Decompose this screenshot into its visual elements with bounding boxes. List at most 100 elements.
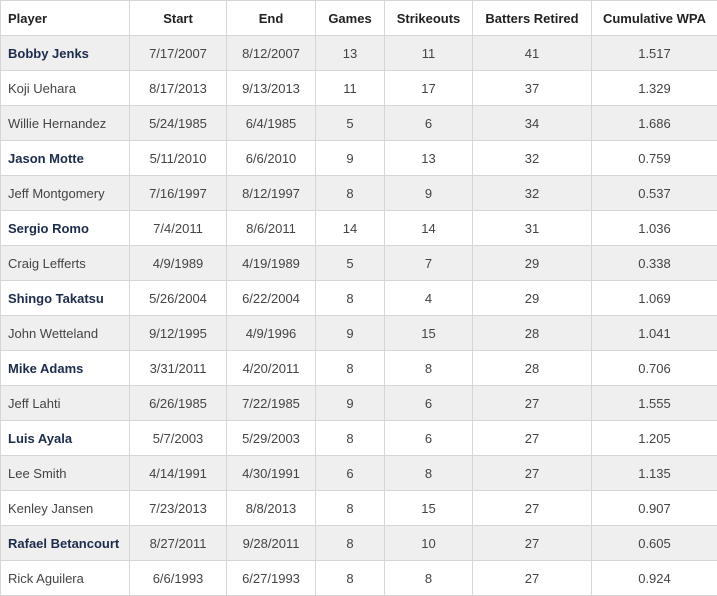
- cumulative-wpa-cell: 0.759: [592, 141, 717, 176]
- batters-retired-cell: 27: [473, 421, 592, 456]
- cumulative-wpa-cell: 0.537: [592, 176, 717, 211]
- start-date-cell: 5/24/1985: [130, 106, 227, 141]
- batters-retired-cell: 37: [473, 71, 592, 106]
- end-date-cell: 4/9/1996: [227, 316, 316, 351]
- cumulative-wpa-cell: 1.135: [592, 456, 717, 491]
- player-name-cell: Willie Hernandez: [1, 106, 130, 141]
- start-date-cell: 6/6/1993: [130, 561, 227, 596]
- cumulative-wpa-cell: 1.205: [592, 421, 717, 456]
- games-cell: 8: [316, 281, 385, 316]
- end-date-cell: 8/6/2011: [227, 211, 316, 246]
- games-cell: 9: [316, 316, 385, 351]
- player-name-cell[interactable]: Mike Adams: [1, 351, 130, 386]
- batters-retired-cell: 41: [473, 36, 592, 71]
- strikeouts-cell: 9: [385, 176, 473, 211]
- batters-retired-cell: 27: [473, 491, 592, 526]
- header-batters-retired[interactable]: Batters Retired: [473, 1, 592, 36]
- player-name-cell[interactable]: Sergio Romo: [1, 211, 130, 246]
- end-date-cell: 6/27/1993: [227, 561, 316, 596]
- end-date-cell: 9/28/2011: [227, 526, 316, 561]
- games-cell: 9: [316, 141, 385, 176]
- table-row: Koji Uehara8/17/20139/13/20131117371.329: [1, 71, 717, 106]
- end-date-cell: 4/30/1991: [227, 456, 316, 491]
- batters-retired-cell: 32: [473, 141, 592, 176]
- start-date-cell: 3/31/2011: [130, 351, 227, 386]
- batters-retired-cell: 28: [473, 351, 592, 386]
- games-cell: 11: [316, 71, 385, 106]
- strikeouts-cell: 15: [385, 316, 473, 351]
- games-cell: 8: [316, 176, 385, 211]
- games-cell: 8: [316, 561, 385, 596]
- player-name-cell[interactable]: Shingo Takatsu: [1, 281, 130, 316]
- end-date-cell: 8/12/2007: [227, 36, 316, 71]
- cumulative-wpa-cell: 1.041: [592, 316, 717, 351]
- player-name-cell[interactable]: Jason Motte: [1, 141, 130, 176]
- cumulative-wpa-cell: 0.907: [592, 491, 717, 526]
- strikeouts-cell: 14: [385, 211, 473, 246]
- cumulative-wpa-cell: 1.686: [592, 106, 717, 141]
- strikeouts-cell: 15: [385, 491, 473, 526]
- player-name-cell[interactable]: Rafael Betancourt: [1, 526, 130, 561]
- table-row: Mike Adams3/31/20114/20/201188280.706: [1, 351, 717, 386]
- games-cell: 13: [316, 36, 385, 71]
- strikeouts-cell: 8: [385, 351, 473, 386]
- table-row: Sergio Romo7/4/20118/6/20111414311.036: [1, 211, 717, 246]
- end-date-cell: 4/19/1989: [227, 246, 316, 281]
- start-date-cell: 6/26/1985: [130, 386, 227, 421]
- games-cell: 14: [316, 211, 385, 246]
- start-date-cell: 4/14/1991: [130, 456, 227, 491]
- games-cell: 9: [316, 386, 385, 421]
- strikeouts-cell: 6: [385, 421, 473, 456]
- table-row: Shingo Takatsu5/26/20046/22/200484291.06…: [1, 281, 717, 316]
- strikeouts-cell: 4: [385, 281, 473, 316]
- end-date-cell: 5/29/2003: [227, 421, 316, 456]
- player-name-cell: Rick Aguilera: [1, 561, 130, 596]
- header-player[interactable]: Player: [1, 1, 130, 36]
- player-name-cell: Jeff Montgomery: [1, 176, 130, 211]
- end-date-cell: 7/22/1985: [227, 386, 316, 421]
- end-date-cell: 6/4/1985: [227, 106, 316, 141]
- stats-table: Player Start End Games Strikeouts Batter…: [0, 0, 717, 596]
- start-date-cell: 8/27/2011: [130, 526, 227, 561]
- end-date-cell: 4/20/2011: [227, 351, 316, 386]
- cumulative-wpa-cell: 1.517: [592, 36, 717, 71]
- cumulative-wpa-cell: 1.329: [592, 71, 717, 106]
- player-name-cell: Jeff Lahti: [1, 386, 130, 421]
- end-date-cell: 6/22/2004: [227, 281, 316, 316]
- table-row: Bobby Jenks7/17/20078/12/20071311411.517: [1, 36, 717, 71]
- header-start[interactable]: Start: [130, 1, 227, 36]
- games-cell: 5: [316, 246, 385, 281]
- strikeouts-cell: 6: [385, 106, 473, 141]
- player-name-cell[interactable]: Luis Ayala: [1, 421, 130, 456]
- cumulative-wpa-cell: 1.069: [592, 281, 717, 316]
- table-row: Craig Lefferts4/9/19894/19/198957290.338: [1, 246, 717, 281]
- header-cumulative-wpa[interactable]: Cumulative WPA: [592, 1, 717, 36]
- games-cell: 5: [316, 106, 385, 141]
- player-name-cell: Craig Lefferts: [1, 246, 130, 281]
- start-date-cell: 7/16/1997: [130, 176, 227, 211]
- games-cell: 8: [316, 351, 385, 386]
- player-name-cell: Kenley Jansen: [1, 491, 130, 526]
- games-cell: 6: [316, 456, 385, 491]
- player-name-cell: Koji Uehara: [1, 71, 130, 106]
- batters-retired-cell: 28: [473, 316, 592, 351]
- cumulative-wpa-cell: 1.036: [592, 211, 717, 246]
- table-row: Rafael Betancourt8/27/20119/28/201181027…: [1, 526, 717, 561]
- cumulative-wpa-cell: 1.555: [592, 386, 717, 421]
- table-row: Rick Aguilera6/6/19936/27/199388270.924: [1, 561, 717, 596]
- batters-retired-cell: 29: [473, 281, 592, 316]
- player-name-cell[interactable]: Bobby Jenks: [1, 36, 130, 71]
- strikeouts-cell: 8: [385, 561, 473, 596]
- strikeouts-cell: 8: [385, 456, 473, 491]
- table-row: John Wetteland9/12/19954/9/1996915281.04…: [1, 316, 717, 351]
- header-row: Player Start End Games Strikeouts Batter…: [1, 1, 717, 36]
- table-row: Lee Smith4/14/19914/30/199168271.135: [1, 456, 717, 491]
- start-date-cell: 7/23/2013: [130, 491, 227, 526]
- strikeouts-cell: 6: [385, 386, 473, 421]
- table-body: Bobby Jenks7/17/20078/12/20071311411.517…: [1, 36, 717, 596]
- header-games[interactable]: Games: [316, 1, 385, 36]
- header-strikeouts[interactable]: Strikeouts: [385, 1, 473, 36]
- end-date-cell: 8/12/1997: [227, 176, 316, 211]
- end-date-cell: 6/6/2010: [227, 141, 316, 176]
- header-end[interactable]: End: [227, 1, 316, 36]
